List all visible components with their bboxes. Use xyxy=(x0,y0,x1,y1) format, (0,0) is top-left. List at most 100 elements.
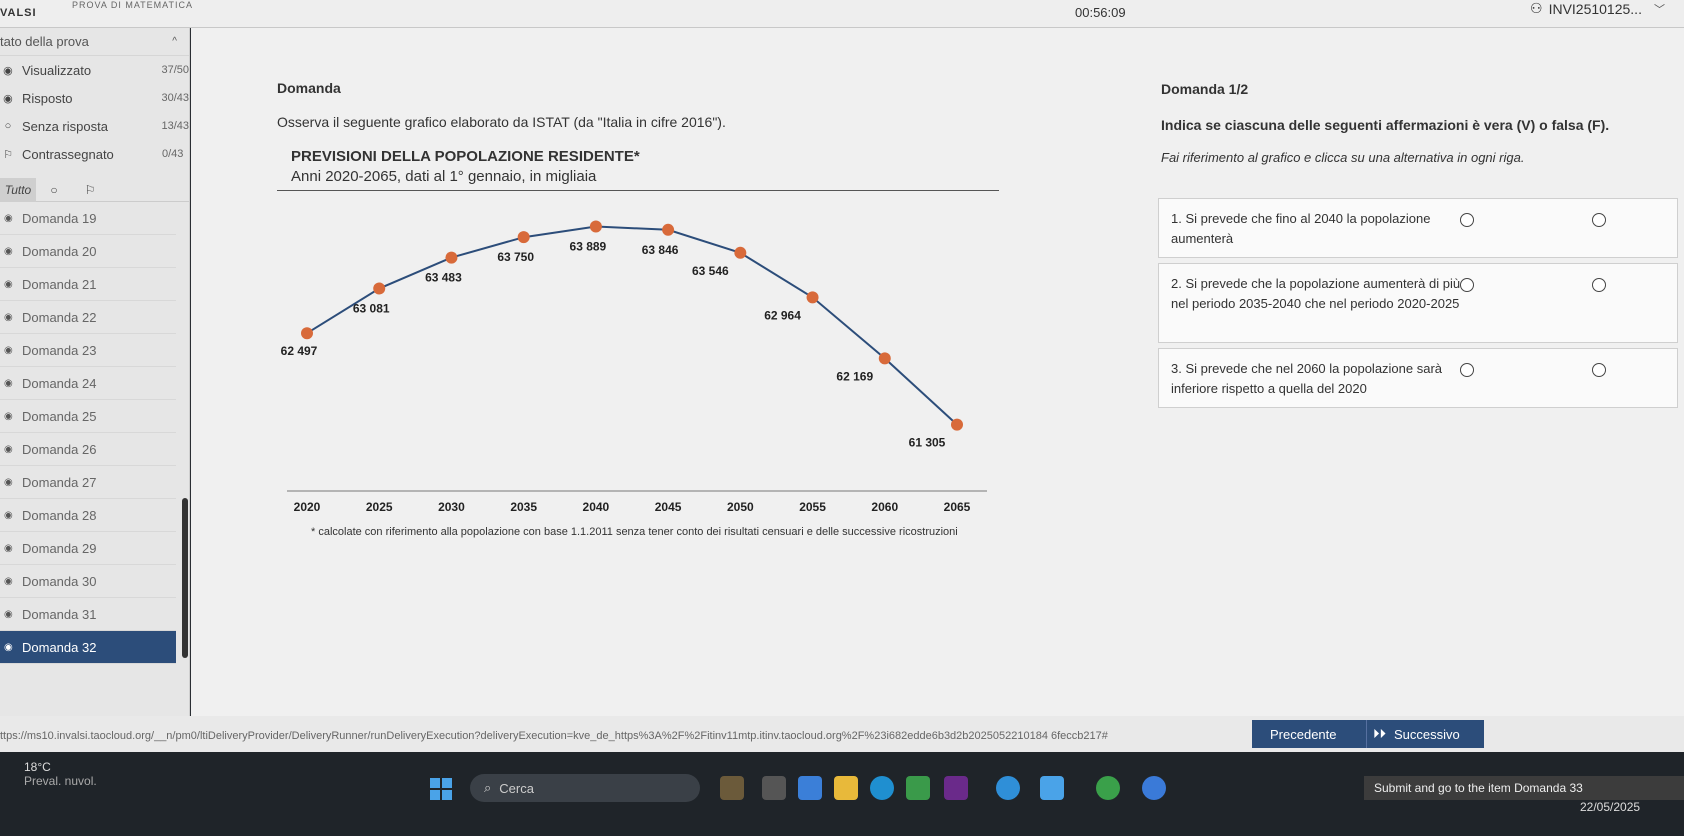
question-list-item[interactable]: ◉ Domanda 26 xyxy=(0,433,176,466)
summary-row: ◉ Risposto 30/43 xyxy=(0,84,189,112)
chart-title: PREVISIONI DELLA POPOLAZIONE RESIDENTE* xyxy=(291,148,640,165)
series-line xyxy=(306,225,958,426)
question-list-item[interactable]: ◉ Domanda 23 xyxy=(0,334,176,367)
clock-date: 22/05/2025 xyxy=(1580,800,1641,814)
summary-label: Visualizzato xyxy=(21,62,92,78)
x-tick-label: 2035 xyxy=(510,500,537,513)
data-label: 63 750 xyxy=(497,250,534,264)
data-point xyxy=(734,246,747,259)
answer-heading: Domanda 1/2 xyxy=(1161,81,1249,97)
test-status-header[interactable]: tato della prova ^ xyxy=(0,28,189,56)
summary-label: Senza risposta xyxy=(21,118,108,134)
question-list-item[interactable]: ◉ Domanda 20 xyxy=(0,235,176,268)
answered-icon: ◉ xyxy=(4,542,13,554)
taskbar-search[interactable]: ⌕ Cerca xyxy=(470,774,700,802)
x-tick-label: 2020 xyxy=(294,500,321,513)
chevron-down-icon: ﹀ xyxy=(1653,3,1665,16)
data-point xyxy=(878,352,891,365)
question-label: Domanda 30 xyxy=(22,573,97,589)
radio-false[interactable] xyxy=(1592,278,1606,292)
filter-tab[interactable]: Tutto xyxy=(0,177,36,202)
edge-browser-icon[interactable] xyxy=(870,776,894,800)
weather-temperature: 18°C xyxy=(24,760,51,774)
user-menu[interactable]: ⚇ INVI2510125... ﹀ xyxy=(1530,0,1665,17)
x-tick-label: 2060 xyxy=(871,500,898,513)
question-label: Domanda 26 xyxy=(22,441,97,457)
flag-icon: ⚐ xyxy=(3,148,13,161)
user-id: INVI2510125... xyxy=(1548,0,1642,17)
data-label: 63 889 xyxy=(570,240,607,254)
radio-true[interactable] xyxy=(1460,363,1474,377)
next-button[interactable]: ⏵⏵ Successivo xyxy=(1366,720,1484,748)
answered-icon: ◉ xyxy=(4,575,13,587)
chrome-icon[interactable] xyxy=(1096,776,1120,800)
radio-false[interactable] xyxy=(1592,213,1606,227)
filter-tab[interactable]: ⚐ xyxy=(72,178,108,202)
question-list-item[interactable]: ◉ Domanda 24 xyxy=(0,367,176,400)
app-icon[interactable] xyxy=(798,776,822,800)
question-label: Domanda 31 xyxy=(22,606,97,622)
main-content: Domanda Osserva il seguente grafico elab… xyxy=(191,28,1684,716)
chart-footnote: * calcolate con riferimento alla popolaz… xyxy=(311,526,958,538)
question-list-item[interactable]: ◉ Domanda 27 xyxy=(0,466,176,499)
question-label: Domanda 24 xyxy=(22,375,97,391)
eye-icon: ◉ xyxy=(3,64,13,77)
chrome-icon-2[interactable] xyxy=(1142,776,1166,800)
question-list-item[interactable]: ◉ Domanda 21 xyxy=(0,268,176,301)
windows-start-icon[interactable] xyxy=(430,778,452,800)
x-tick-label: 2040 xyxy=(583,500,610,513)
summary-count: 0/43 xyxy=(162,148,184,160)
question-list-item[interactable]: ◉ Domanda 28 xyxy=(0,499,176,532)
sidebar: tato della prova ^ ◉ Visualizzato 37/50 ◉ Ri… xyxy=(0,28,190,716)
weather-widget[interactable]: 18°C Preval. nuvol. xyxy=(24,760,97,788)
question-label: Domanda 28 xyxy=(22,507,97,523)
data-point xyxy=(662,223,675,236)
question-list-item[interactable]: ◉ Domanda 30 xyxy=(0,565,176,598)
question-list-item[interactable]: ◉ Domanda 29 xyxy=(0,532,176,565)
statement-text: 3. Si prevede che nel 2060 la popolazion… xyxy=(1171,361,1443,396)
previous-button[interactable]: Precedente xyxy=(1252,720,1384,748)
data-point xyxy=(373,282,386,295)
question-label: Domanda 21 xyxy=(22,276,97,292)
app-icon-3[interactable] xyxy=(996,776,1020,800)
filter-tab[interactable]: ○ xyxy=(36,178,72,202)
question-heading: Domanda xyxy=(277,80,341,96)
app-icon-4[interactable] xyxy=(1040,776,1064,800)
radio-true[interactable] xyxy=(1460,213,1474,227)
chart-title-rule xyxy=(277,190,999,191)
task-view-icon[interactable] xyxy=(762,776,786,800)
app-icon-2[interactable] xyxy=(944,776,968,800)
data-label: 63 081 xyxy=(353,301,390,315)
radio-true[interactable] xyxy=(1460,278,1474,292)
question-prompt: Osserva il seguente grafico elaborato da… xyxy=(277,114,726,130)
question-list-item[interactable]: ◉ Domanda 25 xyxy=(0,400,176,433)
data-point xyxy=(806,291,819,304)
answer-pane: Domanda 1/2 Indica se ciascuna delle seg… xyxy=(1013,28,1684,716)
previous-label: Precedente xyxy=(1270,726,1337,742)
answered-icon: ◉ xyxy=(4,410,13,422)
data-label: 63 483 xyxy=(425,271,462,285)
data-label: 62 169 xyxy=(836,369,873,383)
widgets-icon[interactable] xyxy=(720,776,744,800)
summary-label: Contrassegnato xyxy=(22,146,114,162)
x-tick-label: 2025 xyxy=(366,500,393,513)
question-list-item[interactable]: ◉ Domanda 19 xyxy=(0,202,176,235)
radio-false[interactable] xyxy=(1592,363,1606,377)
calculator-icon[interactable] xyxy=(906,776,930,800)
file-explorer-icon[interactable] xyxy=(834,776,858,800)
next-label: Successivo xyxy=(1394,726,1460,742)
summary-count: 37/50 xyxy=(161,64,189,76)
chart-subtitle: Anni 2020-2065, dati al 1° gennaio, in m… xyxy=(291,168,597,185)
summary-count: 13/43 xyxy=(161,120,189,132)
answered-icon: ◉ xyxy=(4,311,13,323)
answered-icon: ◉ xyxy=(4,212,13,224)
summary-label: Risposto xyxy=(21,90,73,106)
question-list-item[interactable]: ◉ Domanda 22 xyxy=(0,301,176,334)
empty-circle-icon: ○ xyxy=(4,120,12,132)
question-list-item[interactable]: ◉ Domanda 31 xyxy=(0,598,176,631)
question-list-scrollbar[interactable] xyxy=(182,498,188,658)
tooltip: Submit and go to the item Domanda 33 xyxy=(1364,776,1684,800)
question-list-item[interactable]: ◉ Domanda 32 xyxy=(0,631,176,664)
answered-icon: ◉ xyxy=(4,377,13,389)
question-label: Domanda 29 xyxy=(22,540,97,556)
